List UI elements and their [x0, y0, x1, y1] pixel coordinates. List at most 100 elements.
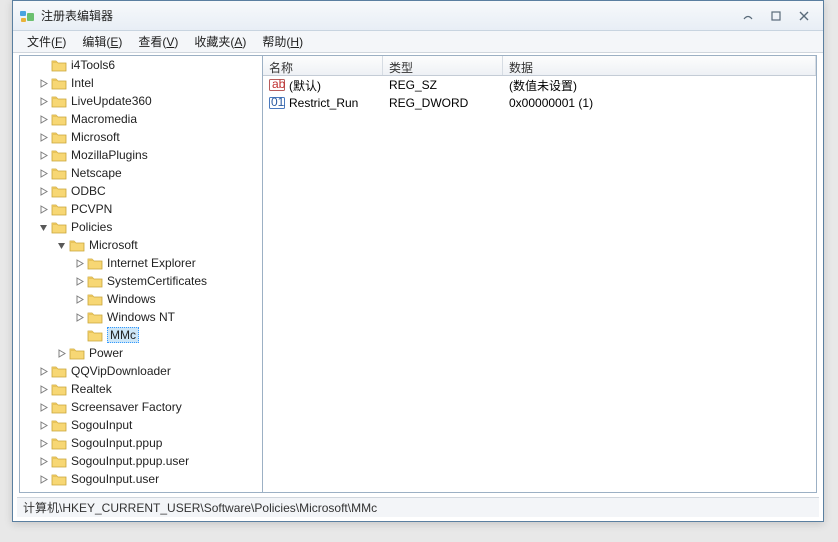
expand-icon[interactable]: [74, 258, 85, 269]
expand-icon[interactable]: [74, 312, 85, 323]
app-icon: [19, 8, 35, 24]
tree-item-PCVPN[interactable]: PCVPN: [20, 200, 262, 218]
tree-item-Microsoft[interactable]: Microsoft: [20, 128, 262, 146]
tree-item-SogouInput.ppup[interactable]: SogouInput.ppup: [20, 434, 262, 452]
value-name: (默认): [289, 77, 321, 94]
maximize-button[interactable]: [763, 7, 789, 25]
expand-icon[interactable]: [38, 186, 49, 197]
tree-label: SogouInput.ppup.user: [71, 454, 189, 468]
status-path: 计算机\HKEY_CURRENT_USER\Software\Policies\…: [23, 499, 377, 516]
titlebar[interactable]: 注册表编辑器: [13, 1, 823, 31]
expand-icon[interactable]: [38, 456, 49, 467]
values-pane: 名称 类型 数据 ab(默认)REG_SZ(数值未设置) 011 Restrict_…: [263, 55, 817, 493]
leaf-icon: [74, 330, 85, 341]
folder-icon: [87, 310, 103, 324]
tree-pane[interactable]: i4Tools6 Intel LiveUpdate360Macromedia Micr…: [19, 55, 263, 493]
tree-item-Power[interactable]: Power: [20, 344, 262, 362]
tree-label: SystemCertificates: [107, 274, 207, 288]
tree-item-Macromedia[interactable]: Macromedia: [20, 110, 262, 128]
expand-icon[interactable]: [38, 402, 49, 413]
menu-编辑[interactable]: 编辑(E): [74, 31, 130, 52]
tree-label: Netscape: [71, 166, 122, 180]
expand-icon[interactable]: [38, 168, 49, 179]
value-data: (数值未设置): [503, 77, 816, 94]
col-type[interactable]: 类型: [383, 56, 503, 75]
tree-item-Realtek[interactable]: Realtek: [20, 380, 262, 398]
tree-item-Netscape[interactable]: Netscape: [20, 164, 262, 182]
folder-icon: [51, 202, 67, 216]
tree-item-Screensaver-Factory[interactable]: Screensaver Factory: [20, 398, 262, 416]
tree-item-SogouInput.ppup.user[interactable]: SogouInput.ppup.user: [20, 452, 262, 470]
value-row[interactable]: ab(默认)REG_SZ(数值未设置): [263, 76, 816, 94]
folder-icon: [51, 436, 67, 450]
tree-item-i4Tools6[interactable]: i4Tools6: [20, 56, 262, 74]
expand-icon[interactable]: [38, 384, 49, 395]
tree-item-QQVipDownloader[interactable]: QQVipDownloader: [20, 362, 262, 380]
folder-icon: [69, 238, 85, 252]
expand-icon[interactable]: [38, 204, 49, 215]
tree-label: Intel: [71, 76, 94, 90]
folder-icon: [51, 472, 67, 486]
expand-icon[interactable]: [74, 276, 85, 287]
tree-label: Windows: [107, 292, 156, 306]
expand-icon[interactable]: [38, 78, 49, 89]
expand-icon[interactable]: [56, 348, 67, 359]
folder-icon: [87, 256, 103, 270]
tree-label: Policies: [71, 220, 112, 234]
tree-item-Intel[interactable]: Intel: [20, 74, 262, 92]
tree-label: SogouInput.user: [71, 472, 159, 486]
value-type: REG_DWORD: [383, 96, 503, 110]
expand-icon[interactable]: [38, 366, 49, 377]
expand-icon[interactable]: [38, 114, 49, 125]
col-data[interactable]: 数据: [503, 56, 816, 75]
minimize-button[interactable]: [735, 7, 761, 25]
expand-icon[interactable]: [38, 132, 49, 143]
tree-item-MozillaPlugins[interactable]: MozillaPlugins: [20, 146, 262, 164]
tree-item-MMc[interactable]: MMc: [20, 326, 262, 344]
tree-item-SogouInput[interactable]: SogouInput: [20, 416, 262, 434]
regedit-window: 注册表编辑器 文件(F)编辑(E)查看(V)收藏夹(A)帮助(H) i4Tool…: [12, 0, 824, 522]
close-button[interactable]: [791, 7, 817, 25]
menu-文件[interactable]: 文件(F): [19, 31, 74, 52]
tree-label: Realtek: [71, 382, 112, 396]
tree-item-Microsoft[interactable]: Microsoft: [20, 236, 262, 254]
folder-icon: [51, 112, 67, 126]
expand-icon[interactable]: [38, 96, 49, 107]
folder-icon: [51, 130, 67, 144]
tree-item-Internet-Explorer[interactable]: Internet Explorer: [20, 254, 262, 272]
value-row[interactable]: 011Restrict_RunREG_DWORD0x00000001 (1): [263, 94, 816, 112]
folder-icon: [87, 274, 103, 288]
collapse-icon[interactable]: [56, 240, 67, 251]
tree-item-Policies[interactable]: Policies: [20, 218, 262, 236]
menu-查看[interactable]: 查看(V): [130, 31, 186, 52]
value-name: Restrict_Run: [289, 96, 358, 110]
svg-text:011: 011: [271, 96, 285, 109]
menu-帮助[interactable]: 帮助(H): [254, 31, 311, 52]
leaf-icon: [38, 60, 49, 71]
tree-item-LiveUpdate360[interactable]: LiveUpdate360: [20, 92, 262, 110]
tree-label: Internet Explorer: [107, 256, 196, 270]
folder-icon: [51, 184, 67, 198]
tree-item-SogouInput.user[interactable]: SogouInput.user: [20, 470, 262, 488]
folder-icon: [87, 328, 103, 342]
column-header[interactable]: 名称 类型 数据: [263, 56, 816, 76]
tree-label: QQVipDownloader: [71, 364, 171, 378]
values-list[interactable]: ab(默认)REG_SZ(数值未设置) 011 Restrict_Run REG_DW…: [263, 76, 816, 492]
statusbar: 计算机\HKEY_CURRENT_USER\Software\Policies\…: [17, 497, 819, 517]
tree-item-ODBC[interactable]: ODBC: [20, 182, 262, 200]
expand-icon[interactable]: [38, 150, 49, 161]
folder-icon: [51, 76, 67, 90]
expand-icon[interactable]: [74, 294, 85, 305]
tree-item-SystemCertificates[interactable]: SystemCertificates: [20, 272, 262, 290]
expand-icon[interactable]: [38, 474, 49, 485]
collapse-icon[interactable]: [38, 222, 49, 233]
expand-icon[interactable]: [38, 438, 49, 449]
tree-item-Windows-NT[interactable]: Windows NT: [20, 308, 262, 326]
col-name[interactable]: 名称: [263, 56, 383, 75]
tree-item-Windows[interactable]: Windows: [20, 290, 262, 308]
folder-icon: [51, 166, 67, 180]
folder-icon: [51, 220, 67, 234]
menu-收藏夹[interactable]: 收藏夹(A): [186, 31, 254, 52]
expand-icon[interactable]: [38, 420, 49, 431]
tree-label: Microsoft: [71, 130, 120, 144]
